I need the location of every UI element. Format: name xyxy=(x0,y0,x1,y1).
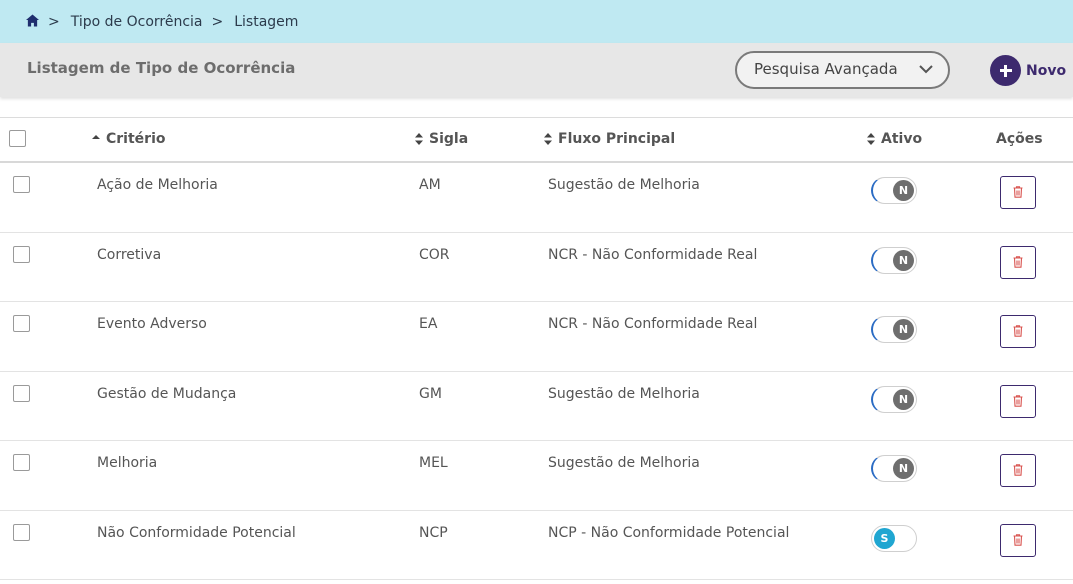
column-label: Sigla xyxy=(429,131,469,147)
home-icon[interactable] xyxy=(26,14,39,27)
delete-button[interactable] xyxy=(1000,176,1036,209)
table-header: Critério Sigla Fluxo Principal Ativo Açõ… xyxy=(0,117,1073,163)
advanced-search-button[interactable]: Pesquisa Avançada xyxy=(735,51,950,89)
column-header-fluxo[interactable]: Fluxo Principal xyxy=(544,131,675,147)
active-toggle[interactable]: N xyxy=(871,177,917,204)
delete-button[interactable] xyxy=(1000,245,1036,279)
table-row: Não Conformidade Potencial NCP NCP - Não… xyxy=(0,511,1073,580)
cell-criterio[interactable]: Melhoria xyxy=(97,455,157,471)
trash-icon xyxy=(1013,186,1023,198)
table-row: Gestão de Mudança GM Sugestão de Melhori… xyxy=(0,372,1073,441)
breadcrumb-separator: > xyxy=(211,13,224,30)
cell-sigla: COR xyxy=(419,246,450,263)
toggle-knob: N xyxy=(893,319,914,340)
cell-fluxo: NCR - Não Conformidade Real xyxy=(548,316,758,332)
column-header-criterio[interactable]: Critério xyxy=(92,131,166,147)
cell-fluxo: Sugestão de Melhoria xyxy=(548,455,700,471)
row-checkbox[interactable] xyxy=(13,176,30,193)
cell-criterio[interactable]: Ação de Melhoria xyxy=(97,177,218,193)
active-toggle[interactable]: N xyxy=(871,455,917,482)
cell-sigla: NCP xyxy=(419,524,448,541)
page-header: Listagem de Tipo de Ocorrência Pesquisa … xyxy=(0,43,1073,97)
column-label: Fluxo Principal xyxy=(558,131,676,147)
column-header-acoes: Ações xyxy=(996,131,1043,147)
select-all-checkbox[interactable] xyxy=(9,130,26,147)
cell-fluxo: NCP - Não Conformidade Potencial xyxy=(548,524,790,541)
advanced-search-label: Pesquisa Avançada xyxy=(754,60,898,78)
row-checkbox[interactable] xyxy=(13,454,30,471)
table-row: Corretiva COR NCR - Não Conformidade Rea… xyxy=(0,233,1073,302)
row-checkbox[interactable] xyxy=(13,384,30,402)
toggle-knob: S xyxy=(874,527,895,549)
cell-criterio[interactable]: Gestão de Mudança xyxy=(97,386,236,402)
breadcrumb-item-listagem: Listagem xyxy=(234,13,299,30)
cell-sigla: GM xyxy=(419,385,442,402)
trash-icon xyxy=(1013,325,1023,337)
cell-sigla: EA xyxy=(419,316,438,332)
toggle-knob: N xyxy=(893,180,914,201)
column-label: Ativo xyxy=(881,131,923,147)
breadcrumb-item-tipo-ocorrencia[interactable]: Tipo de Ocorrência xyxy=(71,14,203,30)
column-label: Ações xyxy=(996,131,1043,147)
cell-criterio[interactable]: Corretiva xyxy=(97,247,161,263)
table-row: Melhoria MEL Sugestão de Melhoria N xyxy=(0,441,1073,511)
row-checkbox[interactable] xyxy=(13,315,30,332)
trash-icon xyxy=(1013,394,1023,407)
delete-button[interactable] xyxy=(1000,523,1036,557)
cell-criterio[interactable]: Não Conformidade Potencial xyxy=(97,525,296,541)
active-toggle[interactable]: N xyxy=(871,246,917,274)
sort-icon xyxy=(544,133,552,145)
sort-icon xyxy=(867,133,875,145)
cell-fluxo: NCR - Não Conformidade Real xyxy=(548,246,758,263)
page-title: Listagem de Tipo de Ocorrência xyxy=(27,59,296,77)
cell-sigla: AM xyxy=(419,177,441,193)
toggle-knob: N xyxy=(893,388,914,410)
cell-fluxo: Sugestão de Melhoria xyxy=(548,385,700,402)
cell-sigla: MEL xyxy=(419,455,448,471)
plus-icon xyxy=(990,55,1021,86)
trash-icon xyxy=(1013,533,1023,546)
sort-icon xyxy=(415,133,423,145)
new-button[interactable]: Novo xyxy=(990,55,1066,86)
toggle-knob: N xyxy=(893,249,914,271)
delete-button[interactable] xyxy=(1000,384,1036,418)
delete-button[interactable] xyxy=(1000,315,1036,348)
chevron-down-icon xyxy=(919,65,933,74)
data-table: Critério Sigla Fluxo Principal Ativo Açõ… xyxy=(0,117,1073,580)
table-row: Evento Adverso EA NCR - Não Conformidade… xyxy=(0,302,1073,372)
active-toggle[interactable]: N xyxy=(871,385,917,413)
breadcrumb: > Tipo de Ocorrência > Listagem xyxy=(0,0,1073,43)
trash-icon xyxy=(1013,464,1023,476)
trash-icon xyxy=(1013,255,1023,268)
row-checkbox[interactable] xyxy=(13,245,30,263)
cell-fluxo: Sugestão de Melhoria xyxy=(548,177,700,193)
table-body: Ação de Melhoria AM Sugestão de Melhoria… xyxy=(0,163,1073,580)
column-header-sigla[interactable]: Sigla xyxy=(415,131,468,147)
column-label: Critério xyxy=(106,131,166,147)
delete-button[interactable] xyxy=(1000,454,1036,487)
cell-criterio[interactable]: Evento Adverso xyxy=(97,316,207,332)
active-toggle[interactable]: N xyxy=(871,316,917,343)
table-row: Ação de Melhoria AM Sugestão de Melhoria… xyxy=(0,163,1073,233)
row-checkbox[interactable] xyxy=(13,523,30,541)
toggle-knob: N xyxy=(893,458,914,479)
breadcrumb-separator: > xyxy=(48,13,60,30)
new-button-label: Novo xyxy=(1026,62,1067,79)
sort-asc-icon xyxy=(92,135,100,139)
active-toggle[interactable]: S xyxy=(871,524,917,552)
column-header-ativo[interactable]: Ativo xyxy=(867,131,922,147)
